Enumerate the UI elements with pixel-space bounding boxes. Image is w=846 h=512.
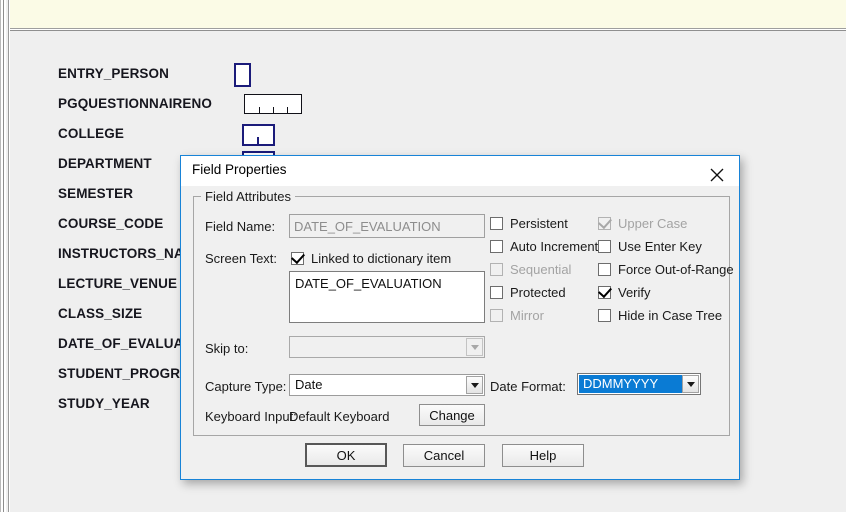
checkbox-label: Verify: [618, 284, 651, 300]
checkbox-verify[interactable]: Verify: [598, 283, 651, 301]
checkbox-box: [291, 249, 305, 265]
form-field-label: STUDENT_PROGRAMME: [58, 366, 188, 381]
checkbox-box: [598, 214, 612, 230]
capture-type-combobox[interactable]: Date: [289, 374, 485, 396]
checkbox-label: Persistent: [510, 215, 568, 231]
keyboard-input-label: Keyboard Input:: [205, 409, 297, 424]
widget-segmented-box[interactable]: [244, 94, 302, 114]
form-field-pgquestionnaireno[interactable]: PGQUESTIONNAIRENO: [58, 93, 258, 115]
form-field-label: COURSE_CODE: [58, 216, 164, 231]
checkbox-label: Use Enter Key: [618, 238, 702, 254]
checkbox-box: [598, 308, 611, 322]
checkbox-use-enter-key[interactable]: Use Enter Key: [598, 237, 702, 255]
chevron-down-icon: [466, 338, 483, 356]
top-toolbar-band: [10, 0, 846, 28]
form-field-label: DATE_OF_EVALUATION: [58, 336, 188, 351]
checkbox-label: Protected: [510, 284, 566, 300]
capture-type-value: Date: [291, 376, 466, 394]
dialog-titlebar: Field Properties: [181, 156, 739, 186]
checkbox-sequential: Sequential: [490, 260, 571, 278]
checkbox-box: [490, 285, 503, 299]
form-field-label: INSTRUCTORS_NAME: [58, 246, 188, 261]
skip-to-value: [291, 338, 466, 356]
form-field-entry-person[interactable]: ENTRY_PERSON: [58, 63, 258, 85]
close-icon[interactable]: [695, 156, 739, 185]
dialog-title: Field Properties: [192, 162, 287, 177]
checkbox-box: [490, 308, 503, 322]
widget-box-with-tick[interactable]: [242, 124, 275, 146]
date-format-value: DDMMYYYY: [579, 375, 682, 393]
checkbox-box: [490, 239, 503, 253]
checkbox-auto-increment[interactable]: Auto Increment: [490, 237, 598, 255]
form-field-class-size[interactable]: CLASS_SIZE: [58, 303, 188, 325]
checkbox-upper-case: Upper Case: [598, 214, 687, 232]
field-properties-dialog: Field Properties Field Attributes Field …: [180, 155, 740, 480]
field-name-label: Field Name:: [205, 219, 276, 234]
field-attributes-legend: Field Attributes: [201, 189, 295, 204]
skip-to-combobox[interactable]: [289, 336, 485, 358]
checkbox-box: [598, 262, 611, 276]
screen-text-label: Screen Text:: [205, 251, 278, 266]
chevron-down-icon: [466, 376, 483, 394]
skip-to-label: Skip to:: [205, 341, 249, 356]
checkbox-persistent[interactable]: Persistent: [490, 214, 568, 232]
form-field-course-code[interactable]: COURSE_CODE: [58, 213, 188, 235]
form-field-college[interactable]: COLLEGE: [58, 123, 258, 145]
form-field-label: PGQUESTIONNAIRENO: [58, 96, 212, 111]
checkbox-force-out-of-range[interactable]: Force Out-of-Range: [598, 260, 734, 278]
widget-checkbox-tall[interactable]: [234, 63, 251, 87]
linked-to-dictionary-checkbox[interactable]: Linked to dictionary item: [291, 249, 451, 267]
change-keyboard-button[interactable]: Change: [419, 404, 485, 426]
date-format-combobox[interactable]: DDMMYYYY: [577, 373, 701, 395]
checkbox-mirror: Mirror: [490, 306, 544, 324]
form-field-label: LECTURE_VENUE: [58, 276, 178, 291]
form-field-date-of-evaluation[interactable]: DATE_OF_EVALUATION: [58, 333, 188, 355]
checkbox-box: [598, 239, 611, 253]
checkbox-hide-in-case-tree[interactable]: Hide in Case Tree: [598, 306, 722, 324]
capture-type-label: Capture Type:: [205, 379, 287, 394]
help-button[interactable]: Help: [502, 444, 584, 467]
form-field-lecture-venue[interactable]: LECTURE_VENUE: [58, 273, 188, 295]
checkbox-label: Auto Increment: [510, 238, 599, 254]
checkbox-label: Sequential: [510, 261, 572, 277]
form-field-student-programme[interactable]: STUDENT_PROGRAMME: [58, 363, 188, 385]
checkbox-label: Force Out-of-Range: [618, 261, 734, 277]
form-field-semester[interactable]: SEMESTER: [58, 183, 188, 205]
application-window: ENTRY_PERSON PGQUESTIONNAIRENO COLLEGE D…: [0, 0, 846, 512]
checkbox-label: Upper Case: [618, 215, 688, 231]
form-field-study-year[interactable]: STUDY_YEAR: [58, 393, 188, 415]
form-field-label: ENTRY_PERSON: [58, 66, 169, 81]
window-left-rail: [0, 0, 4, 512]
form-field-instructors-name[interactable]: INSTRUCTORS_NAME: [58, 243, 188, 265]
chevron-down-icon: [682, 375, 699, 393]
checkbox-box: [490, 262, 503, 276]
ok-button[interactable]: OK: [305, 443, 387, 467]
form-field-label: CLASS_SIZE: [58, 306, 143, 321]
window-left-rail-inner: [6, 0, 9, 512]
checkbox-label: Mirror: [510, 307, 544, 323]
checkbox-protected[interactable]: Protected: [490, 283, 566, 301]
checkbox-label: Hide in Case Tree: [618, 307, 723, 323]
field-name-input[interactable]: [289, 214, 485, 238]
checkbox-box: [598, 283, 612, 299]
checkbox-label: Linked to dictionary item: [311, 250, 452, 266]
checkbox-box: [490, 216, 503, 230]
keyboard-input-value: Default Keyboard: [289, 409, 390, 424]
date-format-label: Date Format:: [490, 379, 566, 394]
cancel-button[interactable]: Cancel: [403, 444, 485, 467]
form-field-label: STUDY_YEAR: [58, 396, 150, 411]
form-field-label: SEMESTER: [58, 186, 134, 201]
form-field-label: COLLEGE: [58, 126, 124, 141]
screen-text-textarea[interactable]: [289, 271, 485, 323]
